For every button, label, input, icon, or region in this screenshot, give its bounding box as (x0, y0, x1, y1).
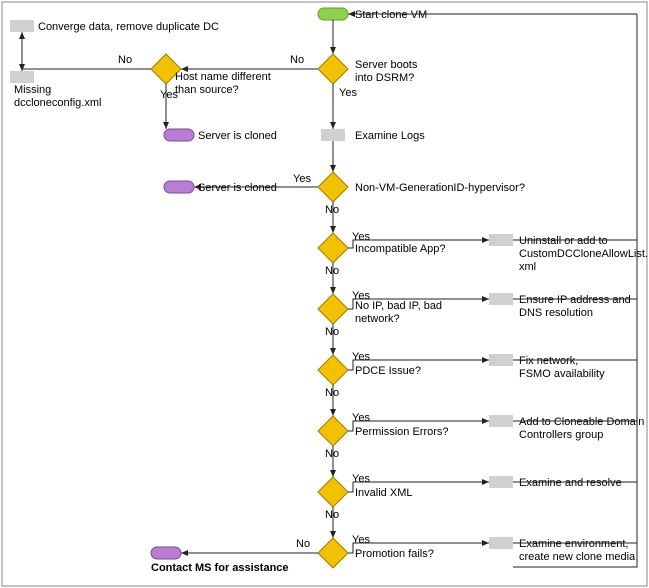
examine-label: Examine Logs (355, 130, 425, 142)
decision-noip (318, 294, 348, 324)
perm-fix-2: Controllers group (519, 429, 603, 441)
missing-label-1: Missing (14, 84, 51, 96)
decision-xml (318, 477, 348, 507)
promo-yes: Yes (352, 534, 370, 546)
nonvm-yes: Yes (293, 173, 311, 185)
promo-no: No (296, 538, 310, 550)
noip-no: No (325, 326, 339, 338)
perm-label: Permission Errors? (355, 426, 449, 438)
xml-no: No (325, 509, 339, 521)
incompat-no: No (325, 265, 339, 277)
terminator-cloned-1 (164, 129, 194, 141)
incompat-fix-2: CustomDCCloneAllowList. (519, 248, 648, 260)
start-label: Start clone VM (355, 9, 427, 21)
promo-fix-2: create new clone media (519, 551, 636, 563)
process-examine (321, 129, 345, 141)
noip-fix-1: Ensure IP address and (519, 294, 631, 306)
xml-yes: Yes (352, 473, 370, 485)
incompat-label: Incompatible App? (355, 243, 446, 255)
promo-fix-1: Examine environment, (519, 538, 628, 550)
decision-incompat (318, 233, 348, 263)
dsrm-label-1: Server boots (355, 59, 418, 71)
decision-perm (318, 416, 348, 446)
dsrm-yes: Yes (339, 87, 357, 99)
pdce-fix-1: Fix network, (519, 355, 578, 367)
perm-no: No (325, 448, 339, 460)
host-label-1: Host name different (175, 71, 271, 83)
dsrm-no: No (290, 54, 304, 66)
pdce-label: PDCE Issue? (355, 365, 421, 377)
process-converge (10, 20, 34, 32)
promo-label: Promotion fails? (355, 548, 434, 560)
pdce-fix-2: FSMO availability (519, 368, 605, 380)
terminator-contact (151, 547, 181, 559)
pdce-yes: Yes (352, 351, 370, 363)
decision-promo (318, 538, 348, 568)
pdce-no: No (325, 387, 339, 399)
host-label-2: than source? (175, 84, 239, 96)
perm-yes: Yes (352, 412, 370, 424)
process-noip-fix (489, 293, 513, 305)
xml-fix-label: Examine and resolve (519, 477, 622, 489)
decision-dsrm (318, 54, 348, 84)
process-perm-fix (489, 415, 513, 427)
decision-pdce (318, 355, 348, 385)
process-missing (10, 71, 34, 83)
noip-label-2: network? (355, 313, 400, 325)
start-node (318, 8, 348, 20)
noip-yes: Yes (352, 290, 370, 302)
noip-fix-2: DNS resolution (519, 307, 593, 319)
host-no: No (118, 54, 132, 66)
process-pdce-fix (489, 354, 513, 366)
xml-label: Invalid XML (355, 487, 412, 499)
perm-fix-1: Add to Cloneable Domain (519, 416, 644, 428)
dsrm-label-2: into DSRM? (355, 72, 414, 84)
incompat-fix-1: Uninstall or add to (519, 235, 608, 247)
process-incompat-fix (489, 234, 513, 246)
converge-label: Converge data, remove duplicate DC (38, 21, 219, 33)
nonvm-no: No (325, 204, 339, 216)
decision-nonvm (318, 172, 348, 202)
incompat-fix-3: xml (519, 261, 536, 273)
flowchart-canvas: Start clone VM Server boots into DSRM? Y… (0, 0, 649, 588)
nonvm-label: Non-VM-GenerationID-hypervisor? (355, 182, 525, 194)
process-promo-fix (489, 537, 513, 549)
cloned1-label: Server is cloned (198, 130, 277, 142)
process-xml-fix (489, 476, 513, 488)
incompat-yes: Yes (352, 231, 370, 243)
host-yes: Yes (160, 89, 178, 101)
missing-label-2: dccloneconfig.xml (14, 97, 101, 109)
terminator-cloned-2 (164, 181, 194, 193)
contact-label: Contact MS for assistance (151, 562, 289, 574)
cloned2-label: Server is cloned (198, 182, 277, 194)
